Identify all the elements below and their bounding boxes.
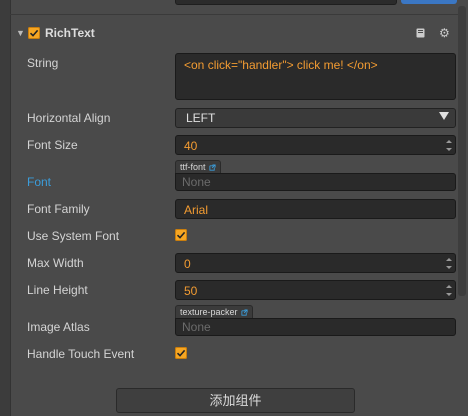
gear-icon[interactable]: ⚙ xyxy=(439,26,450,40)
font-label[interactable]: Font xyxy=(27,175,51,189)
spinner-up-icon[interactable] xyxy=(444,255,454,263)
string-label: String xyxy=(27,56,59,70)
caret-down-icon xyxy=(439,112,449,120)
font-size-stepper[interactable] xyxy=(444,137,454,153)
handle-touch-event-label: Handle Touch Event xyxy=(27,347,135,361)
max-width-stepper[interactable] xyxy=(444,255,454,271)
font-type-tag: ttf-font xyxy=(175,160,221,173)
font-type-tag-text: ttf-font xyxy=(180,161,206,172)
font-family-input[interactable]: Arial xyxy=(175,199,456,219)
handle-touch-event-checkbox[interactable] xyxy=(175,347,187,359)
scrollbar[interactable] xyxy=(458,6,466,296)
use-system-font-label: Use System Font xyxy=(27,229,120,243)
spinner-down-icon[interactable] xyxy=(444,263,454,271)
font-size-input[interactable]: 40 xyxy=(175,135,456,155)
font-size-label: Font Size xyxy=(27,138,78,152)
spinner-up-icon[interactable] xyxy=(444,137,454,145)
string-textarea[interactable]: <on click="handler"> click me! </on> xyxy=(175,53,456,100)
checkmark-icon xyxy=(176,231,186,239)
component-enabled-checkbox[interactable] xyxy=(28,27,40,39)
collapse-arrow-icon[interactable]: ▼ xyxy=(16,28,25,38)
max-width-value: 0 xyxy=(184,257,191,271)
font-family-label: Font Family xyxy=(27,202,90,216)
left-panel-edge xyxy=(0,0,11,416)
image-atlas-asset-field[interactable]: None xyxy=(175,318,456,336)
image-atlas-label: Image Atlas xyxy=(27,320,90,334)
font-asset-field[interactable]: None xyxy=(175,173,456,191)
line-height-stepper[interactable] xyxy=(444,282,454,298)
line-height-input[interactable]: 50 xyxy=(175,280,456,300)
add-component-button[interactable]: 添加组件 xyxy=(116,388,355,413)
max-width-input[interactable]: 0 xyxy=(175,253,456,273)
spinner-down-icon[interactable] xyxy=(444,290,454,298)
book-icon[interactable] xyxy=(416,28,425,38)
image-atlas-type-tag: texture-packer xyxy=(175,305,253,318)
checkmark-icon xyxy=(176,349,186,357)
component-title: RichText xyxy=(45,26,95,40)
use-system-font-checkbox[interactable] xyxy=(175,229,187,241)
spinner-up-icon[interactable] xyxy=(444,282,454,290)
checkmark-icon xyxy=(29,29,39,37)
spinner-down-icon[interactable] xyxy=(444,145,454,153)
max-width-label: Max Width xyxy=(27,256,84,270)
divider xyxy=(10,14,458,15)
horizontal-align-value: LEFT xyxy=(186,111,216,125)
line-height-value: 50 xyxy=(184,284,198,298)
image-atlas-type-tag-text: texture-packer xyxy=(180,306,238,317)
horizontal-align-select[interactable]: LEFT xyxy=(175,108,456,128)
external-link-icon[interactable] xyxy=(240,308,248,316)
horizontal-align-label: Horizontal Align xyxy=(27,111,111,125)
line-height-label: Line Height xyxy=(27,283,88,297)
previous-field-edge xyxy=(175,0,397,5)
previous-button-edge[interactable] xyxy=(401,0,457,4)
component-header[interactable]: ▼ RichText ⚙ xyxy=(10,24,458,44)
external-link-icon[interactable] xyxy=(208,163,216,171)
font-size-value: 40 xyxy=(184,139,198,153)
